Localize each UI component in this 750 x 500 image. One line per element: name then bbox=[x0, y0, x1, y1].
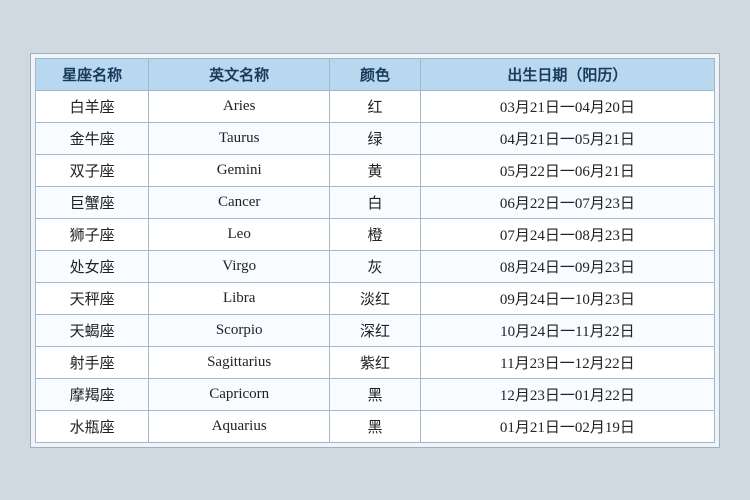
table-row: 狮子座Leo橙07月24日一08月23日 bbox=[36, 218, 715, 250]
table-row: 水瓶座Aquarius黑01月21日一02月19日 bbox=[36, 410, 715, 442]
cell-en: Cancer bbox=[149, 186, 330, 218]
cell-color: 绿 bbox=[330, 122, 421, 154]
header-en: 英文名称 bbox=[149, 58, 330, 90]
table-row: 巨蟹座Cancer白06月22日一07月23日 bbox=[36, 186, 715, 218]
cell-zh: 天秤座 bbox=[36, 282, 149, 314]
cell-date: 12月23日一01月22日 bbox=[420, 378, 714, 410]
cell-zh: 狮子座 bbox=[36, 218, 149, 250]
cell-date: 01月21日一02月19日 bbox=[420, 410, 714, 442]
header-zh: 星座名称 bbox=[36, 58, 149, 90]
header-date: 出生日期（阳历） bbox=[420, 58, 714, 90]
cell-color: 橙 bbox=[330, 218, 421, 250]
cell-date: 07月24日一08月23日 bbox=[420, 218, 714, 250]
zodiac-table: 星座名称 英文名称 颜色 出生日期（阳历） 白羊座Aries红03月21日一04… bbox=[35, 58, 715, 443]
table-row: 射手座Sagittarius紫红11月23日一12月22日 bbox=[36, 346, 715, 378]
cell-zh: 巨蟹座 bbox=[36, 186, 149, 218]
cell-en: Aries bbox=[149, 90, 330, 122]
cell-zh: 摩羯座 bbox=[36, 378, 149, 410]
table-row: 金牛座Taurus绿04月21日一05月21日 bbox=[36, 122, 715, 154]
zodiac-table-container: 星座名称 英文名称 颜色 出生日期（阳历） 白羊座Aries红03月21日一04… bbox=[30, 53, 720, 448]
cell-date: 08月24日一09月23日 bbox=[420, 250, 714, 282]
table-row: 摩羯座Capricorn黑12月23日一01月22日 bbox=[36, 378, 715, 410]
table-row: 处女座Virgo灰08月24日一09月23日 bbox=[36, 250, 715, 282]
table-row: 双子座Gemini黄05月22日一06月21日 bbox=[36, 154, 715, 186]
cell-color: 白 bbox=[330, 186, 421, 218]
cell-color: 灰 bbox=[330, 250, 421, 282]
cell-en: Libra bbox=[149, 282, 330, 314]
cell-date: 10月24日一11月22日 bbox=[420, 314, 714, 346]
table-row: 天秤座Libra淡红09月24日一10月23日 bbox=[36, 282, 715, 314]
cell-en: Leo bbox=[149, 218, 330, 250]
cell-date: 09月24日一10月23日 bbox=[420, 282, 714, 314]
cell-zh: 天蝎座 bbox=[36, 314, 149, 346]
cell-en: Capricorn bbox=[149, 378, 330, 410]
cell-zh: 处女座 bbox=[36, 250, 149, 282]
cell-color: 黄 bbox=[330, 154, 421, 186]
cell-date: 03月21日一04月20日 bbox=[420, 90, 714, 122]
cell-en: Gemini bbox=[149, 154, 330, 186]
cell-zh: 白羊座 bbox=[36, 90, 149, 122]
cell-en: Aquarius bbox=[149, 410, 330, 442]
cell-zh: 射手座 bbox=[36, 346, 149, 378]
table-body: 白羊座Aries红03月21日一04月20日金牛座Taurus绿04月21日一0… bbox=[36, 90, 715, 442]
table-row: 白羊座Aries红03月21日一04月20日 bbox=[36, 90, 715, 122]
table-header-row: 星座名称 英文名称 颜色 出生日期（阳历） bbox=[36, 58, 715, 90]
cell-color: 黑 bbox=[330, 410, 421, 442]
cell-color: 深红 bbox=[330, 314, 421, 346]
cell-zh: 金牛座 bbox=[36, 122, 149, 154]
cell-zh: 双子座 bbox=[36, 154, 149, 186]
header-color: 颜色 bbox=[330, 58, 421, 90]
cell-color: 淡红 bbox=[330, 282, 421, 314]
cell-en: Virgo bbox=[149, 250, 330, 282]
cell-en: Sagittarius bbox=[149, 346, 330, 378]
cell-date: 11月23日一12月22日 bbox=[420, 346, 714, 378]
cell-date: 06月22日一07月23日 bbox=[420, 186, 714, 218]
cell-date: 05月22日一06月21日 bbox=[420, 154, 714, 186]
cell-date: 04月21日一05月21日 bbox=[420, 122, 714, 154]
cell-zh: 水瓶座 bbox=[36, 410, 149, 442]
cell-color: 红 bbox=[330, 90, 421, 122]
cell-color: 黑 bbox=[330, 378, 421, 410]
cell-color: 紫红 bbox=[330, 346, 421, 378]
cell-en: Taurus bbox=[149, 122, 330, 154]
table-row: 天蝎座Scorpio深红10月24日一11月22日 bbox=[36, 314, 715, 346]
cell-en: Scorpio bbox=[149, 314, 330, 346]
